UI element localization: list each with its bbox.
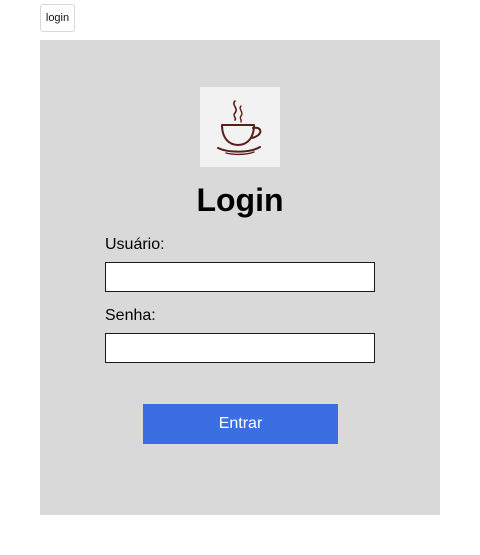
password-label: Senha: bbox=[105, 307, 156, 324]
login-submit-button[interactable]: Entrar bbox=[143, 404, 338, 444]
password-input[interactable] bbox=[105, 333, 375, 363]
username-label: Usuário: bbox=[105, 236, 165, 253]
login-tab[interactable]: login bbox=[40, 4, 75, 32]
page-title: Login bbox=[196, 182, 284, 218]
logo bbox=[200, 87, 280, 167]
username-input[interactable] bbox=[105, 262, 375, 292]
coffee-cup-icon bbox=[217, 100, 262, 156]
page: login Login Usuário: Senha: Entrar bbox=[0, 0, 480, 555]
login-panel: Login Usuário: Senha: Entrar bbox=[40, 40, 440, 515]
